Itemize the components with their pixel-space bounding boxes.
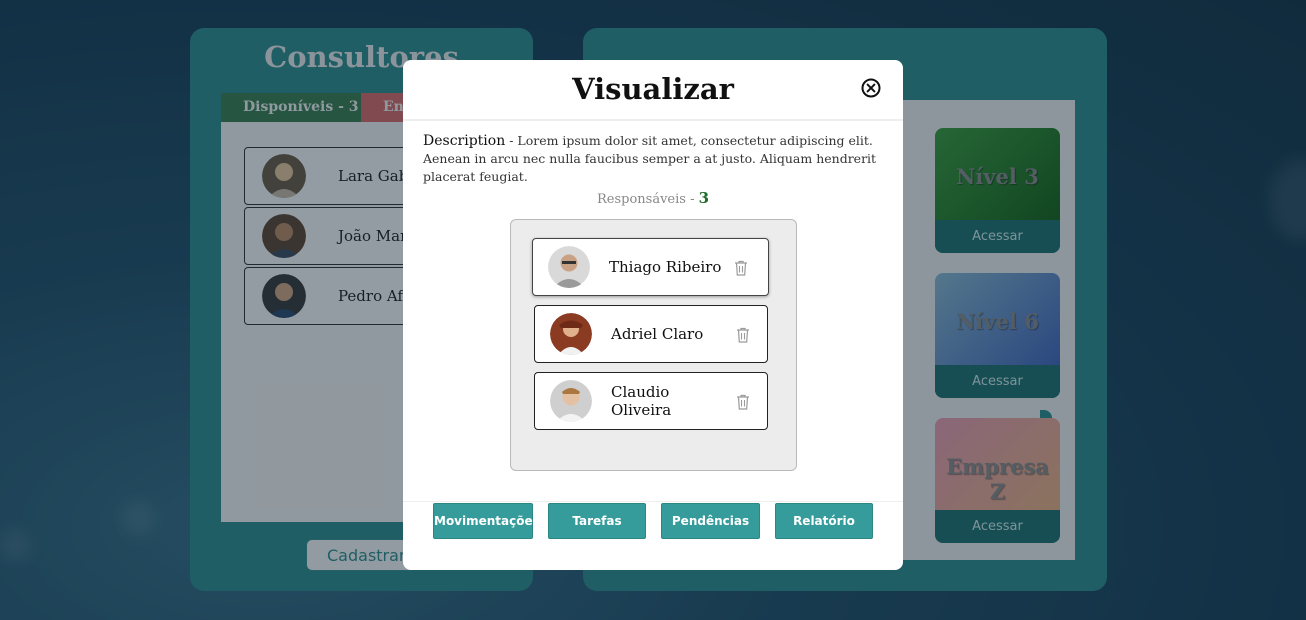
- trash-icon[interactable]: [734, 260, 748, 276]
- responsaveis-list: Thiago Ribeiro Adriel Claro Claudio Oliv…: [510, 219, 797, 471]
- responsible-item[interactable]: Claudio Oliveira: [534, 372, 768, 430]
- trash-icon[interactable]: [736, 327, 750, 343]
- header-divider: [403, 119, 903, 121]
- responsaveis-header: Responsáveis - 3: [403, 189, 903, 207]
- description-separator: -: [505, 133, 518, 148]
- trash-icon[interactable]: [736, 394, 750, 410]
- movimentacoes-button[interactable]: Movimentações: [433, 503, 540, 539]
- avatar: [550, 380, 592, 422]
- tarefas-button[interactable]: Tarefas: [548, 503, 646, 539]
- responsible-item[interactable]: Thiago Ribeiro: [532, 238, 769, 296]
- pendencias-button[interactable]: Pendências: [661, 503, 760, 539]
- description-label: Description: [423, 133, 506, 149]
- footer-divider: [403, 501, 903, 502]
- avatar: [550, 313, 592, 355]
- relatorio-button[interactable]: Relatório: [775, 503, 873, 539]
- description: Description - Lorem ipsum dolor sit amet…: [423, 132, 883, 186]
- close-icon[interactable]: [861, 78, 881, 98]
- responsible-name-first: Claudio: [611, 383, 670, 401]
- responsible-name-last: Oliveira: [611, 401, 672, 419]
- responsible-name: Thiago Ribeiro: [609, 258, 722, 276]
- responsaveis-count: 3: [698, 189, 710, 207]
- responsible-name: Adriel Claro: [611, 325, 704, 343]
- view-modal: Visualizar Description - Lorem ipsum dol…: [403, 60, 903, 570]
- modal-title: Visualizar: [572, 72, 734, 106]
- responsaveis-label: Responsáveis -: [596, 192, 699, 207]
- avatar: [548, 246, 590, 288]
- responsible-item[interactable]: Adriel Claro: [534, 305, 768, 363]
